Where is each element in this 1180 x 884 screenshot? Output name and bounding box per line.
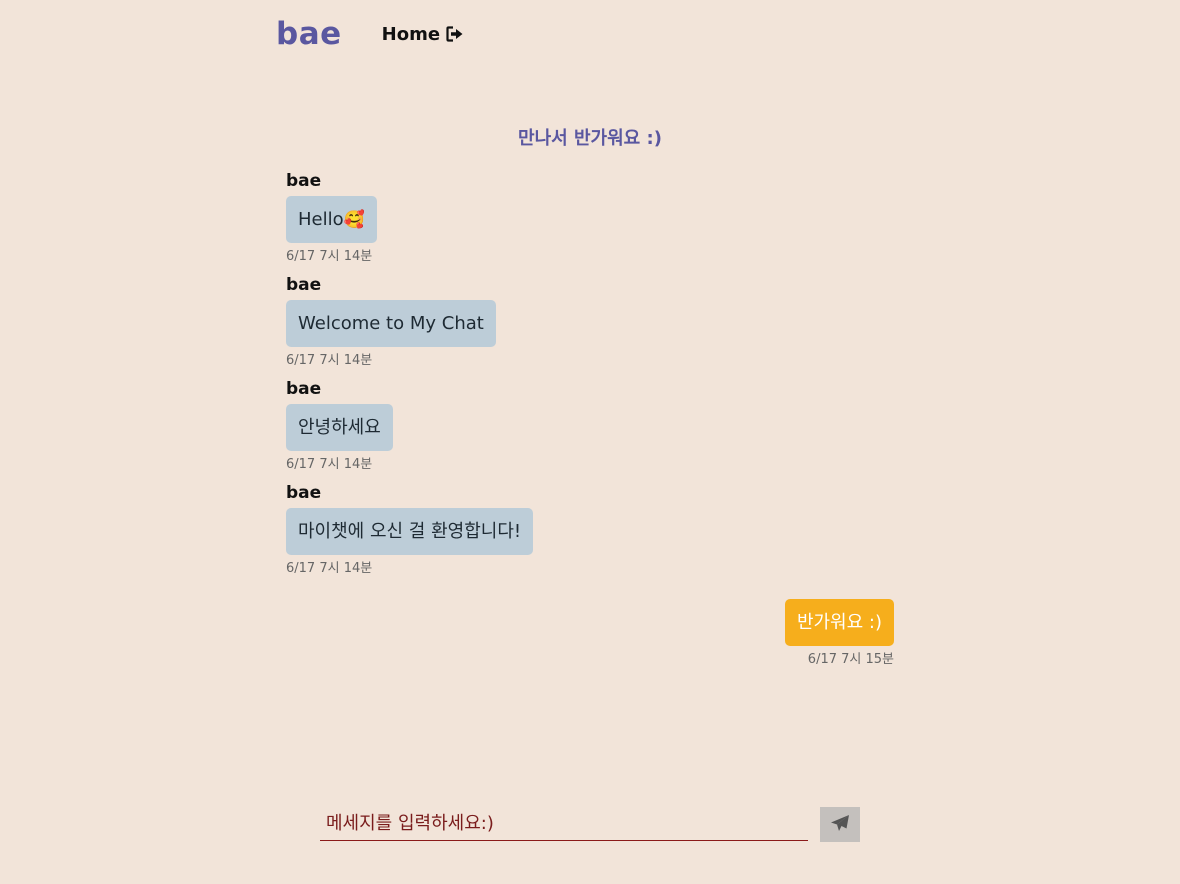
message-list: bae Hello🥰 6/17 7시 14분 bae Welcome to My… [286,170,894,668]
message-time: 6/17 7시 14분 [286,249,373,264]
message-bubble: Hello🥰 [286,196,377,243]
paper-plane-icon [830,814,850,835]
message-bubble: 안녕하세요 [286,404,393,451]
message-sender: bae [286,171,322,191]
my-message-item: 반가워요 :) 6/17 7시 15분 [286,599,894,668]
message-text: 안녕하세요 [298,417,381,438]
home-link[interactable]: Home [382,24,464,45]
message-sender: bae [286,379,322,399]
message-time: 6/17 7시 14분 [286,561,373,576]
smiling-face-with-hearts-emoji: 🥰 [343,210,365,230]
message-item: bae Hello🥰 6/17 7시 14분 [286,170,894,265]
chat-room-title: 만나서 반가워요 :) [518,128,662,149]
message-item: bae 안녕하세요 6/17 7시 14분 [286,378,894,473]
message-time: 6/17 7시 15분 [807,652,894,667]
message-text: 반가워요 :) [796,612,882,633]
message-time: 6/17 7시 14분 [286,353,373,368]
message-input[interactable] [320,807,808,841]
message-sender: bae [286,483,322,503]
message-bubble: 마이챗에 오신 걸 환영합니다! [286,508,534,555]
sign-out-icon [446,26,464,42]
message-item: bae 마이챗에 오신 걸 환영합니다! 6/17 7시 14분 [286,482,894,577]
my-message-bubble: 반가워요 :) [784,599,894,646]
message-time: 6/17 7시 14분 [286,457,373,472]
message-text: Welcome to My Chat [298,313,484,334]
message-bubble: Welcome to My Chat [286,300,496,347]
message-text: 마이챗에 오신 걸 환영합니다! [298,521,522,542]
send-button[interactable] [820,807,860,842]
message-sender: bae [286,275,322,295]
message-text: Hello [298,209,344,230]
app-logo[interactable]: bae [276,16,342,52]
message-item: bae Welcome to My Chat 6/17 7시 14분 [286,274,894,369]
home-label: Home [381,23,441,45]
top-nav: bae Home [276,16,464,52]
message-composer [320,807,860,843]
